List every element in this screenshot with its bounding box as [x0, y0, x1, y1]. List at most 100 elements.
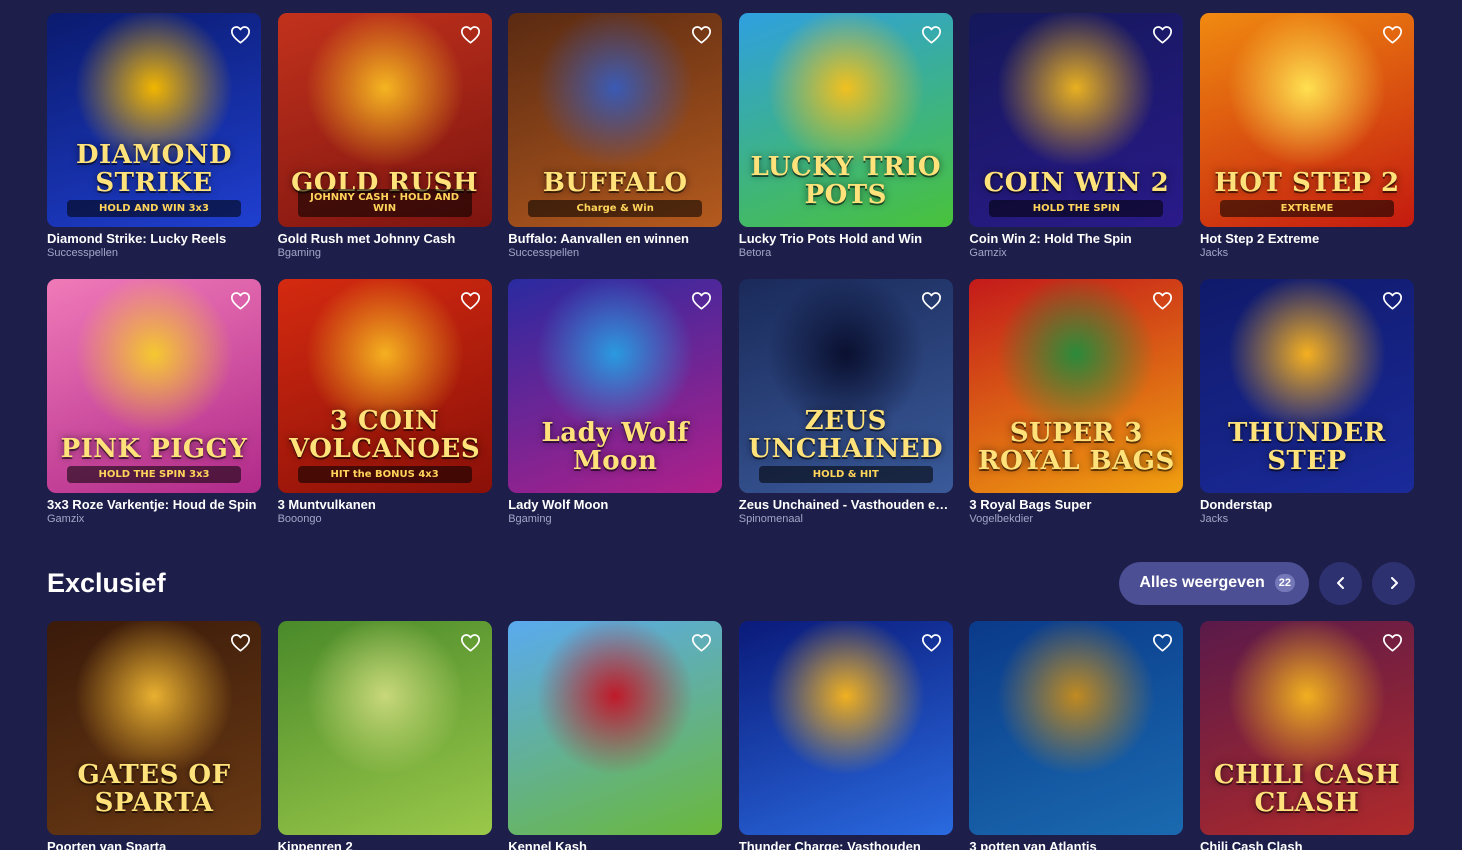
game-title[interactable]: 3 Royal Bags Super: [969, 497, 1183, 513]
game-card[interactable]: BUFFALO Charge & Win Buffalo: Aanvallen en…: [508, 13, 723, 260]
game-title[interactable]: Poorten van Sparta: [47, 839, 261, 850]
game-grid-row-2: PINK PIGGY HOLD THE SPIN 3x3 3x3 Roze Vark…: [47, 279, 1414, 526]
carousel-next-button[interactable]: [1372, 561, 1415, 605]
heart-outline-icon: [691, 633, 711, 652]
game-grid-row-1: DIAMOND STRIKE HOLD AND WIN 3x3 Diamond St…: [47, 13, 1414, 260]
game-title[interactable]: 3 potten van Atlantis: [969, 839, 1183, 850]
game-title[interactable]: Coin Win 2: Hold The Spin: [969, 231, 1183, 247]
game-thumbnail[interactable]: SUPER 3 ROYAL BAGS: [969, 279, 1184, 493]
game-card[interactable]: HOT STEP 2 EXTREME Hot Step 2 Extreme Jacks: [1199, 13, 1414, 260]
game-card[interactable]: THUNDER STEP Donderstap Jacks: [1199, 279, 1414, 526]
heart-outline-icon: [691, 25, 711, 44]
game-thumbnail[interactable]: Lady Wolf Moon: [508, 279, 723, 493]
game-thumbnail[interactable]: ZEUS UNCHAINED HOLD & HIT: [738, 279, 953, 493]
game-art-title: LUCKY TRIO POTS: [750, 152, 942, 210]
favorite-button[interactable]: [459, 630, 483, 654]
game-title[interactable]: 3x3 Roze Varkentje: Houd de Spin: [47, 497, 261, 513]
game-provider: Bgaming: [277, 247, 322, 259]
game-thumbnail[interactable]: [277, 621, 492, 835]
game-card[interactable]: 3 potten van Atlantis: [969, 621, 1184, 850]
game-card[interactable]: ZEUS UNCHAINED HOLD & HIT Zeus Unchained -…: [738, 279, 953, 526]
favorite-button[interactable]: [689, 630, 713, 654]
game-thumbnail[interactable]: HOT STEP 2 EXTREME: [1199, 13, 1414, 227]
game-card[interactable]: Lady Wolf Moon Lady Wolf Moon Bgaming: [508, 279, 723, 526]
favorite-button[interactable]: [459, 22, 483, 46]
heart-outline-icon: [461, 633, 481, 652]
game-thumbnail[interactable]: PINK PIGGY HOLD THE SPIN 3x3: [47, 279, 261, 493]
game-title[interactable]: Buffalo: Aanvallen en winnen: [508, 231, 722, 247]
carousel-prev-button[interactable]: [1319, 561, 1362, 605]
favorite-button[interactable]: [689, 288, 713, 312]
favorite-button[interactable]: [920, 288, 944, 312]
favorite-button[interactable]: [1381, 288, 1405, 312]
game-thumbnail[interactable]: DIAMOND STRIKE HOLD AND WIN 3x3: [47, 13, 261, 227]
game-card[interactable]: CHILI CASH CLASH Chili Cash Clash: [1199, 621, 1414, 850]
game-art-title: 3 COIN VOLCANOES: [289, 406, 481, 464]
favorite-button[interactable]: [1150, 630, 1174, 654]
game-art-title: CHILI CASH CLASH: [1213, 760, 1401, 818]
game-art-subtitle: Charge & Win: [528, 200, 703, 217]
game-card[interactable]: SUPER 3 ROYAL BAGS 3 Royal Bags Super Voge…: [969, 279, 1184, 526]
view-all-label: Alles weergeven: [1139, 574, 1265, 591]
game-title[interactable]: Zeus Unchained - Vasthouden en raken: [739, 497, 953, 513]
favorite-button[interactable]: [1381, 630, 1405, 654]
exclusive-section-header: Exclusief Alles weergeven 22: [47, 561, 1415, 605]
casino-lobby: DIAMOND STRIKE HOLD AND WIN 3x3 Diamond St…: [0, 0, 1462, 850]
game-title[interactable]: Donderstap: [1200, 497, 1414, 513]
game-title[interactable]: Lucky Trio Pots Hold and Win: [739, 231, 953, 247]
game-thumbnail[interactable]: CHILI CASH CLASH: [1199, 621, 1414, 835]
game-card[interactable]: Thunder Charge: Vasthouden: [738, 621, 953, 850]
game-card[interactable]: PINK PIGGY HOLD THE SPIN 3x3 3x3 Roze Vark…: [47, 279, 261, 526]
game-title[interactable]: Diamond Strike: Lucky Reels: [47, 231, 261, 247]
game-title[interactable]: Hot Step 2 Extreme: [1200, 231, 1414, 247]
game-thumbnail[interactable]: LUCKY TRIO POTS: [738, 13, 953, 227]
game-card[interactable]: GATES OF SPARTA Poorten van Sparta: [47, 621, 261, 850]
game-thumbnail[interactable]: GOLD RUSH JOHNNY CASH · HOLD AND WIN: [277, 13, 492, 227]
game-provider: Betora: [738, 247, 772, 259]
game-art-title: BUFFALO: [542, 167, 688, 198]
heart-outline-icon: [230, 633, 250, 652]
game-thumbnail[interactable]: [738, 621, 953, 835]
game-art-title: ZEUS UNCHAINED: [748, 406, 944, 464]
favorite-button[interactable]: [228, 630, 252, 654]
game-thumbnail[interactable]: [508, 621, 723, 835]
favorite-button[interactable]: [920, 22, 944, 46]
game-title[interactable]: Chili Cash Clash: [1200, 839, 1414, 850]
game-title[interactable]: Kippenren 2: [278, 839, 492, 850]
view-all-count-badge: 22: [1274, 574, 1295, 592]
game-title[interactable]: Kennel Kash: [508, 839, 722, 850]
favorite-button[interactable]: [1150, 288, 1174, 312]
game-provider: Booongo: [277, 513, 322, 525]
game-art-subtitle: JOHNNY CASH · HOLD AND WIN: [297, 189, 472, 217]
game-card[interactable]: LUCKY TRIO POTS Lucky Trio Pots Hold and …: [738, 13, 953, 260]
game-thumbnail[interactable]: 3 COIN VOLCANOES HIT the BONUS 4x3: [277, 279, 492, 493]
view-all-button[interactable]: Alles weergeven 22: [1119, 561, 1309, 605]
game-art-title: PINK PIGGY: [60, 433, 248, 464]
section-controls: Alles weergeven 22: [1119, 561, 1415, 605]
game-thumbnail[interactable]: THUNDER STEP: [1199, 279, 1414, 493]
game-title[interactable]: Lady Wolf Moon: [508, 497, 722, 513]
game-card[interactable]: COIN WIN 2 HOLD THE SPIN Coin Win 2: Hold …: [969, 13, 1184, 260]
game-thumbnail[interactable]: GATES OF SPARTA: [47, 621, 261, 835]
game-thumbnail[interactable]: BUFFALO Charge & Win: [508, 13, 723, 227]
game-card[interactable]: Kippenren 2: [277, 621, 492, 850]
favorite-button[interactable]: [920, 630, 944, 654]
favorite-button[interactable]: [459, 288, 483, 312]
game-title[interactable]: 3 Muntvulkanen: [278, 497, 492, 513]
favorite-button[interactable]: [689, 22, 713, 46]
favorite-button[interactable]: [1150, 22, 1174, 46]
game-thumbnail[interactable]: [969, 621, 1184, 835]
favorite-button[interactable]: [228, 22, 252, 46]
game-card[interactable]: Kennel Kash: [508, 621, 723, 850]
heart-outline-icon: [230, 25, 250, 44]
game-card[interactable]: DIAMOND STRIKE HOLD AND WIN 3x3 Diamond St…: [47, 13, 261, 260]
game-provider: Bgaming: [508, 513, 552, 525]
game-title[interactable]: Gold Rush met Johnny Cash: [278, 231, 492, 247]
game-card[interactable]: 3 COIN VOLCANOES HIT the BONUS 4x3 3 Muntv…: [277, 279, 492, 526]
game-thumbnail[interactable]: COIN WIN 2 HOLD THE SPIN: [969, 13, 1184, 227]
section-title: Exclusief: [47, 567, 166, 598]
game-title[interactable]: Thunder Charge: Vasthouden: [739, 839, 953, 850]
favorite-button[interactable]: [228, 288, 252, 312]
favorite-button[interactable]: [1381, 22, 1405, 46]
game-card[interactable]: GOLD RUSH JOHNNY CASH · HOLD AND WIN Gold …: [277, 13, 492, 260]
